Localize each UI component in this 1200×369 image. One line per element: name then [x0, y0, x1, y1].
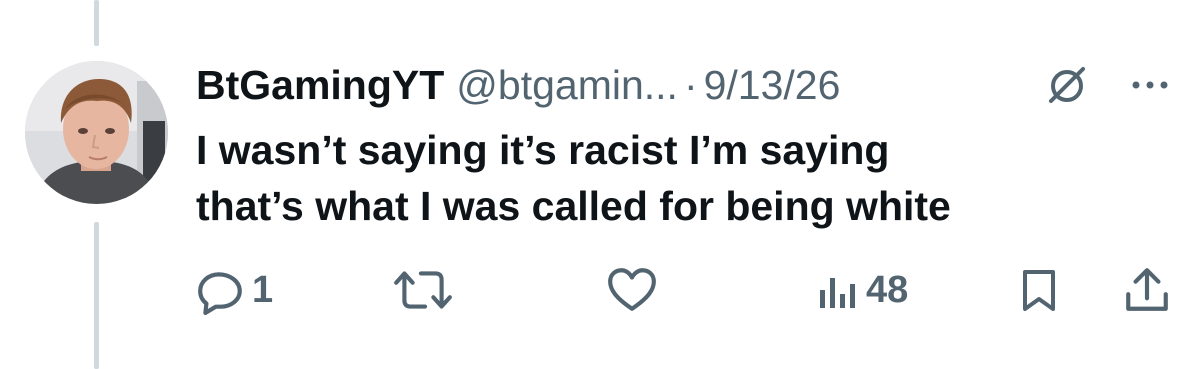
- reply-icon: [196, 265, 246, 315]
- views-count: 48: [866, 268, 909, 311]
- avatar[interactable]: [25, 61, 168, 204]
- bookmark-icon: [1019, 265, 1059, 315]
- thread-line-top: [94, 0, 99, 46]
- retweet-button[interactable]: [392, 264, 454, 316]
- like-button[interactable]: [606, 264, 658, 316]
- thread-line-bottom: [94, 222, 99, 369]
- tweet-text: I wasn’t saying it’s racist I’m saying t…: [196, 127, 951, 229]
- separator-dot: ·: [683, 62, 698, 108]
- views-button[interactable]: 48: [816, 264, 908, 316]
- more-icon[interactable]: [1128, 70, 1172, 100]
- share-icon: [1122, 265, 1172, 315]
- bookmark-button[interactable]: [1019, 264, 1059, 316]
- reply-count: 1: [252, 268, 274, 311]
- like-icon: [606, 265, 658, 315]
- display-name[interactable]: BtGamingYT: [196, 58, 444, 112]
- share-button[interactable]: [1122, 264, 1172, 316]
- reply-button[interactable]: 1: [196, 264, 273, 316]
- views-icon: [816, 265, 860, 315]
- grok-icon[interactable]: [1045, 63, 1089, 107]
- tweet-date[interactable]: 9/13/26: [704, 58, 841, 112]
- tweet-header: BtGamingYT @btgamin... · 9/13/26: [196, 58, 840, 112]
- retweet-icon: [392, 265, 454, 315]
- user-handle[interactable]: @btgamin...: [456, 58, 678, 112]
